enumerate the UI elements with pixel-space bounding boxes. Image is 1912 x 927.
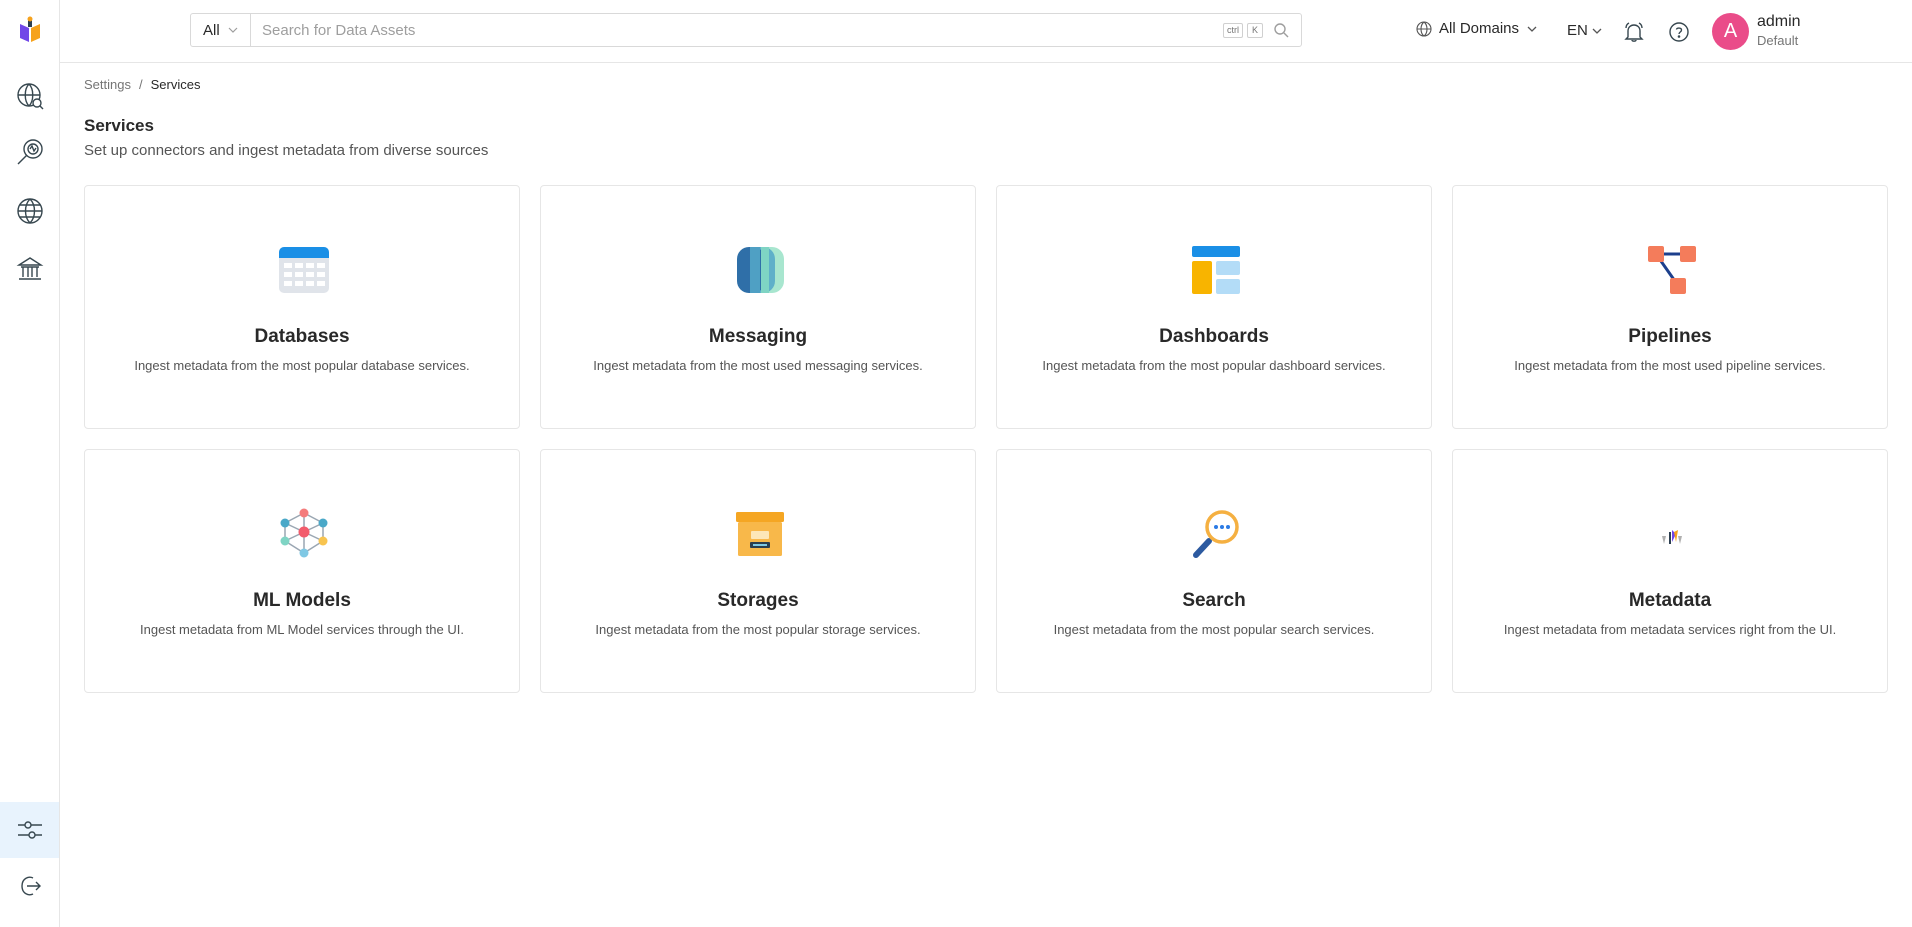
service-card-messaging[interactable]: Messaging Ingest metadata from the most …: [540, 185, 976, 429]
search-service-icon: [1190, 508, 1242, 560]
domain-selector[interactable]: All Domains: [1416, 20, 1538, 37]
card-description: Ingest metadata from the most popular da…: [134, 358, 470, 373]
card-description: Ingest metadata from the most used pipel…: [1514, 358, 1826, 373]
notification-bell-icon[interactable]: [1623, 21, 1645, 48]
page-subtitle: Set up connectors and ingest metadata fr…: [84, 142, 489, 159]
ml-model-icon: [278, 508, 330, 560]
card-title: Dashboards: [1159, 326, 1269, 347]
card-description: Ingest metadata from metadata services r…: [1503, 622, 1837, 637]
pipeline-icon: [1646, 244, 1698, 296]
card-title: Metadata: [1628, 590, 1712, 611]
breadcrumb-current: Services: [150, 77, 201, 92]
top-header: All ctrl K All Domains EN A admin Defaul…: [60, 0, 1912, 63]
user-role: Default: [1757, 33, 1799, 48]
card-description: Ingest metadata from ML Model services t…: [140, 622, 464, 637]
breadcrumb-separator: /: [138, 77, 143, 92]
database-icon: [278, 244, 330, 296]
service-card-databases[interactable]: Databases Ingest metadata from the most …: [84, 185, 520, 429]
card-title: Pipelines: [1628, 326, 1712, 347]
breadcrumb: Settings / Services: [84, 77, 200, 92]
domains-icon[interactable]: [12, 193, 48, 229]
card-description: Ingest metadata from the most used messa…: [593, 358, 923, 373]
card-description: Ingest metadata from the most popular da…: [1042, 358, 1386, 373]
card-title: Messaging: [708, 326, 808, 347]
explore-icon[interactable]: [12, 78, 48, 114]
service-card-search[interactable]: Search Ingest metadata from the most pop…: [996, 449, 1432, 693]
service-card-dashboards[interactable]: Dashboards Ingest metadata from the most…: [996, 185, 1432, 429]
breadcrumb-settings-link[interactable]: Settings: [84, 77, 131, 92]
storage-icon: [734, 508, 786, 560]
chevron-down-icon: [1592, 28, 1602, 34]
page-title: Services: [84, 116, 154, 135]
shortcut-key-k: K: [1247, 22, 1263, 38]
chevron-down-icon: [1527, 26, 1537, 32]
card-description: Ingest metadata from the most popular se…: [1053, 622, 1375, 637]
metadata-icon: [1646, 508, 1698, 560]
user-name[interactable]: admin: [1757, 13, 1801, 31]
service-card-metadata[interactable]: Metadata Ingest metadata from metadata s…: [1452, 449, 1888, 693]
service-card-ml-models[interactable]: ML Models Ingest metadata from ML Model …: [84, 449, 520, 693]
shortcut-key-ctrl: ctrl: [1223, 22, 1243, 38]
domain-selector-label: All Domains: [1439, 20, 1520, 37]
search-input[interactable]: [251, 14, 1223, 46]
app-logo-icon[interactable]: [14, 14, 46, 46]
search-icon[interactable]: [1273, 22, 1289, 38]
language-label: EN: [1567, 22, 1588, 39]
language-selector[interactable]: EN: [1567, 22, 1603, 39]
messaging-icon: [734, 244, 786, 296]
governance-icon[interactable]: [12, 251, 48, 287]
globe-icon: [1416, 20, 1432, 37]
card-title: Storages: [717, 590, 799, 611]
help-icon[interactable]: [1668, 21, 1690, 48]
search-scope-label: All: [203, 21, 220, 39]
dashboard-icon: [1190, 244, 1242, 296]
chevron-down-icon: [228, 27, 238, 33]
service-card-pipelines[interactable]: Pipelines Ingest metadata from the most …: [1452, 185, 1888, 429]
card-title: Databases: [254, 326, 350, 347]
logout-icon[interactable]: [12, 868, 48, 904]
user-avatar[interactable]: A: [1712, 13, 1749, 50]
left-sidebar: [0, 0, 60, 927]
global-search-bar: All ctrl K: [190, 13, 1302, 47]
service-card-storages[interactable]: Storages Ingest metadata from the most p…: [540, 449, 976, 693]
settings-icon[interactable]: [12, 812, 48, 848]
observability-icon[interactable]: [12, 134, 48, 170]
card-title: Search: [1182, 590, 1246, 611]
card-title: ML Models: [253, 590, 351, 611]
search-scope-select[interactable]: All: [191, 14, 251, 46]
card-description: Ingest metadata from the most popular st…: [595, 622, 921, 637]
